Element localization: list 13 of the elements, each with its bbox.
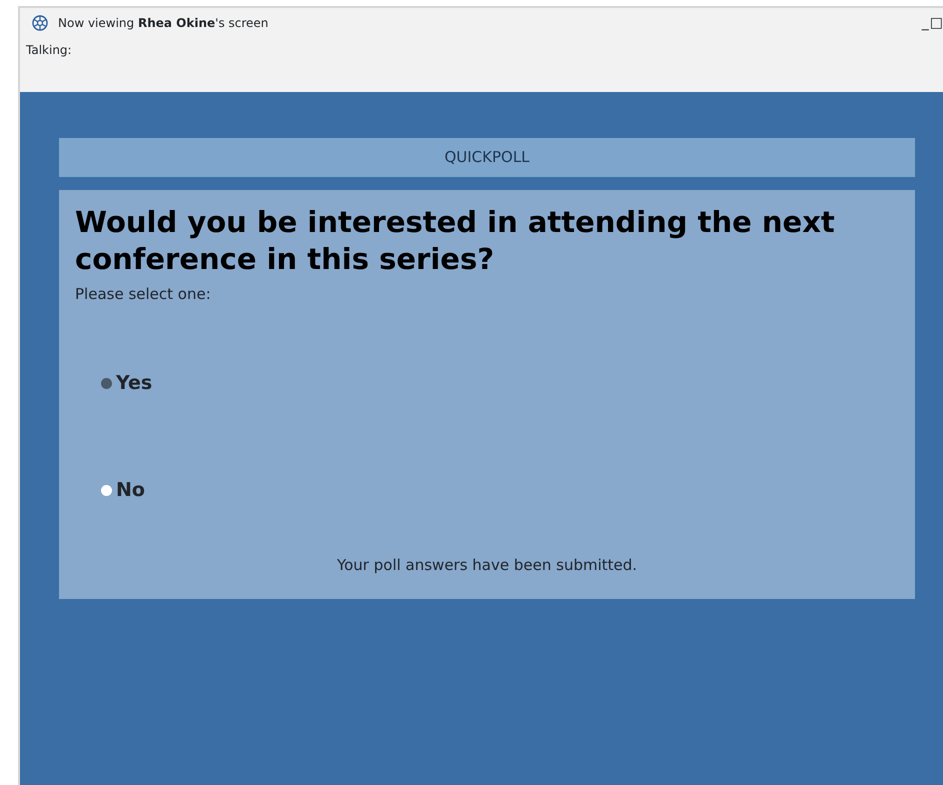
radio-button[interactable] xyxy=(101,484,112,496)
option-label: No xyxy=(116,478,145,503)
option-label: Yes xyxy=(116,371,152,396)
minimize-button[interactable]: _ xyxy=(922,12,929,34)
radio-button[interactable] xyxy=(101,378,112,390)
poll-question: Would you be interested in attending the next conference in this series? xyxy=(75,204,836,278)
window-title: Now viewing Rhea Okine's screen xyxy=(58,15,268,32)
submission-message: Your poll answers have been submitted. xyxy=(336,555,638,576)
talking-label: Talking: xyxy=(26,43,72,57)
poll-header: QUICKPOLL xyxy=(59,138,915,176)
app-logo-icon xyxy=(32,15,48,31)
maximize-button[interactable]: □ xyxy=(930,12,943,34)
poll-instruction: Please select one: xyxy=(75,284,212,305)
